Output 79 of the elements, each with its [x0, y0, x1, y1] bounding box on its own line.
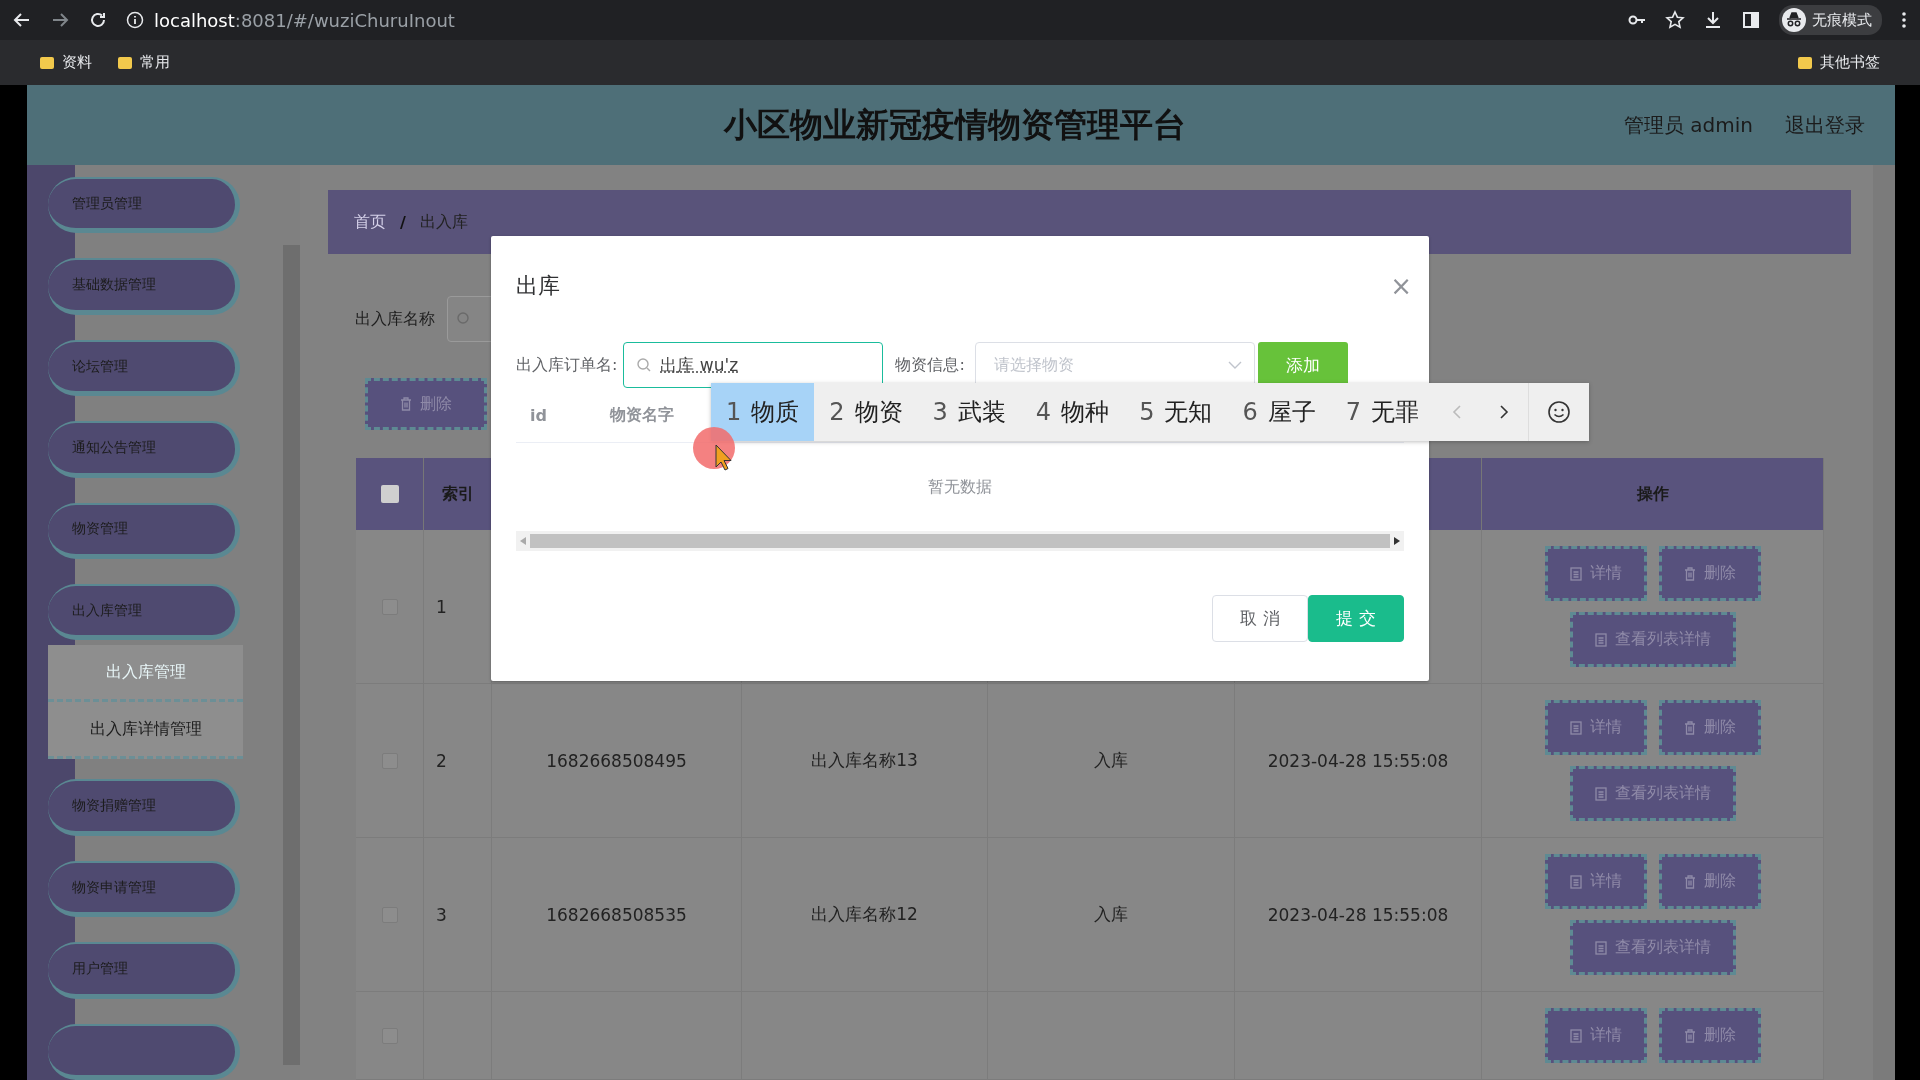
header-cell: 操作 — [1482, 458, 1824, 530]
search-icon — [636, 357, 653, 373]
column-header: id — [529, 405, 548, 425]
cancel-button[interactable]: 取消 — [1212, 595, 1308, 642]
table-cell: 1 — [424, 530, 492, 684]
document-icon — [1569, 720, 1582, 735]
site-title: 小区物业新冠疫情物资管理平台 — [722, 103, 1188, 146]
document-icon — [1569, 566, 1582, 581]
logout-link[interactable]: 退出登录 — [1785, 111, 1865, 139]
sidebar-item[interactable]: 论坛管理 — [48, 339, 240, 397]
trash-icon — [1683, 566, 1696, 581]
header-cell: 索引 — [424, 458, 492, 530]
table-cell: 2023-04-28 15:55:08 — [1235, 684, 1482, 838]
trash-icon — [1683, 874, 1696, 889]
submenu-item[interactable]: 出入库管理 — [48, 645, 243, 703]
scroll-right-icon[interactable] — [1394, 537, 1400, 545]
sidebar-item[interactable]: 通知公告管理 — [48, 421, 240, 478]
sidebar-icon[interactable] — [1741, 10, 1761, 30]
bookmark[interactable]: 资料 — [40, 53, 92, 72]
trash-icon — [400, 397, 412, 412]
action-button[interactable]: 删除 — [1658, 1008, 1761, 1063]
table-cell: 出入库名称13 — [742, 684, 988, 838]
reload-icon[interactable] — [88, 10, 108, 30]
cursor-icon — [692, 427, 736, 473]
sidebar-item[interactable]: 出入库管理 — [48, 584, 240, 641]
table-cell: 出入库名称12 — [742, 838, 988, 992]
table-cell: 1682668508495 — [492, 684, 742, 838]
chevron-down-icon — [1227, 361, 1242, 369]
sidebar-item[interactable]: 物资捐赠管理 — [48, 779, 240, 836]
menu-icon[interactable] — [1900, 10, 1908, 30]
incognito-icon — [1782, 8, 1806, 32]
select-all-checkbox[interactable] — [380, 485, 399, 503]
table-cell: 1682668508535 — [492, 838, 742, 992]
table-cell: 3 — [424, 838, 492, 992]
field-label: 物资信息: — [895, 354, 965, 376]
table-cell: 入库 — [988, 684, 1235, 838]
bookmark[interactable]: 常用 — [118, 53, 170, 72]
sidebar-item[interactable]: 物资申请管理 — [48, 860, 240, 918]
other-bookmarks[interactable]: 其他书签 — [1798, 53, 1880, 72]
download-icon[interactable] — [1703, 10, 1723, 30]
empty-message: 暂无数据 — [928, 476, 992, 498]
breadcrumb-item[interactable]: 首页 — [354, 211, 386, 233]
sidebar-item[interactable]: 基础数据管理 — [48, 258, 240, 315]
breadcrumb-separator: / — [400, 212, 406, 232]
star-icon[interactable] — [1665, 10, 1685, 30]
incognito-profile-button[interactable]: 无痕模式 — [1779, 5, 1882, 35]
user-label: 管理员 admin — [1623, 111, 1753, 139]
document-icon — [1594, 632, 1607, 647]
dialog-title: 出库 — [516, 272, 560, 300]
table-cell: 入库 — [988, 838, 1235, 992]
sidebar-item[interactable]: 管理员管理 — [48, 177, 240, 234]
trash-icon — [1683, 720, 1696, 735]
action-button[interactable]: 删除 — [1658, 854, 1761, 909]
field-label: 出入库订单名: — [516, 354, 618, 376]
submenu-item[interactable]: 出入库详情管理 — [48, 702, 243, 760]
scrollbar[interactable] — [1873, 165, 1895, 1080]
table-cell: 2 — [424, 684, 492, 838]
breadcrumb-item[interactable]: 出入库 — [419, 211, 468, 233]
address-bar[interactable]: localhost:8081/#/wuziChuruInout — [154, 9, 455, 31]
horizontal-scrollbar[interactable] — [516, 531, 1404, 551]
action-button[interactable]: 删除 — [1658, 546, 1761, 601]
delete-button[interactable]: 删除 — [365, 378, 487, 430]
column-header: 物资名字 — [609, 404, 674, 426]
search-label: 出入库名称 — [355, 309, 435, 330]
submit-button[interactable]: 提交 — [1308, 595, 1404, 642]
document-icon — [1594, 786, 1607, 801]
ime-candidate[interactable]: 1 物质 — [711, 383, 815, 441]
document-icon — [1569, 1028, 1582, 1043]
info-icon[interactable] — [126, 11, 144, 29]
table-cell: 2023-04-28 15:55:08 — [1235, 838, 1482, 992]
sidebar-item[interactable]: 物资管理 — [48, 502, 240, 560]
emoji-icon[interactable] — [1546, 400, 1571, 424]
sidebar-item[interactable]: 用户管理 — [48, 942, 240, 999]
close-button[interactable]: × — [1390, 271, 1412, 301]
trash-icon — [1683, 1028, 1696, 1043]
action-button[interactable]: 删除 — [1658, 700, 1761, 755]
document-icon — [1569, 874, 1582, 889]
next-page-icon[interactable] — [1499, 404, 1510, 420]
document-icon — [1594, 940, 1607, 955]
